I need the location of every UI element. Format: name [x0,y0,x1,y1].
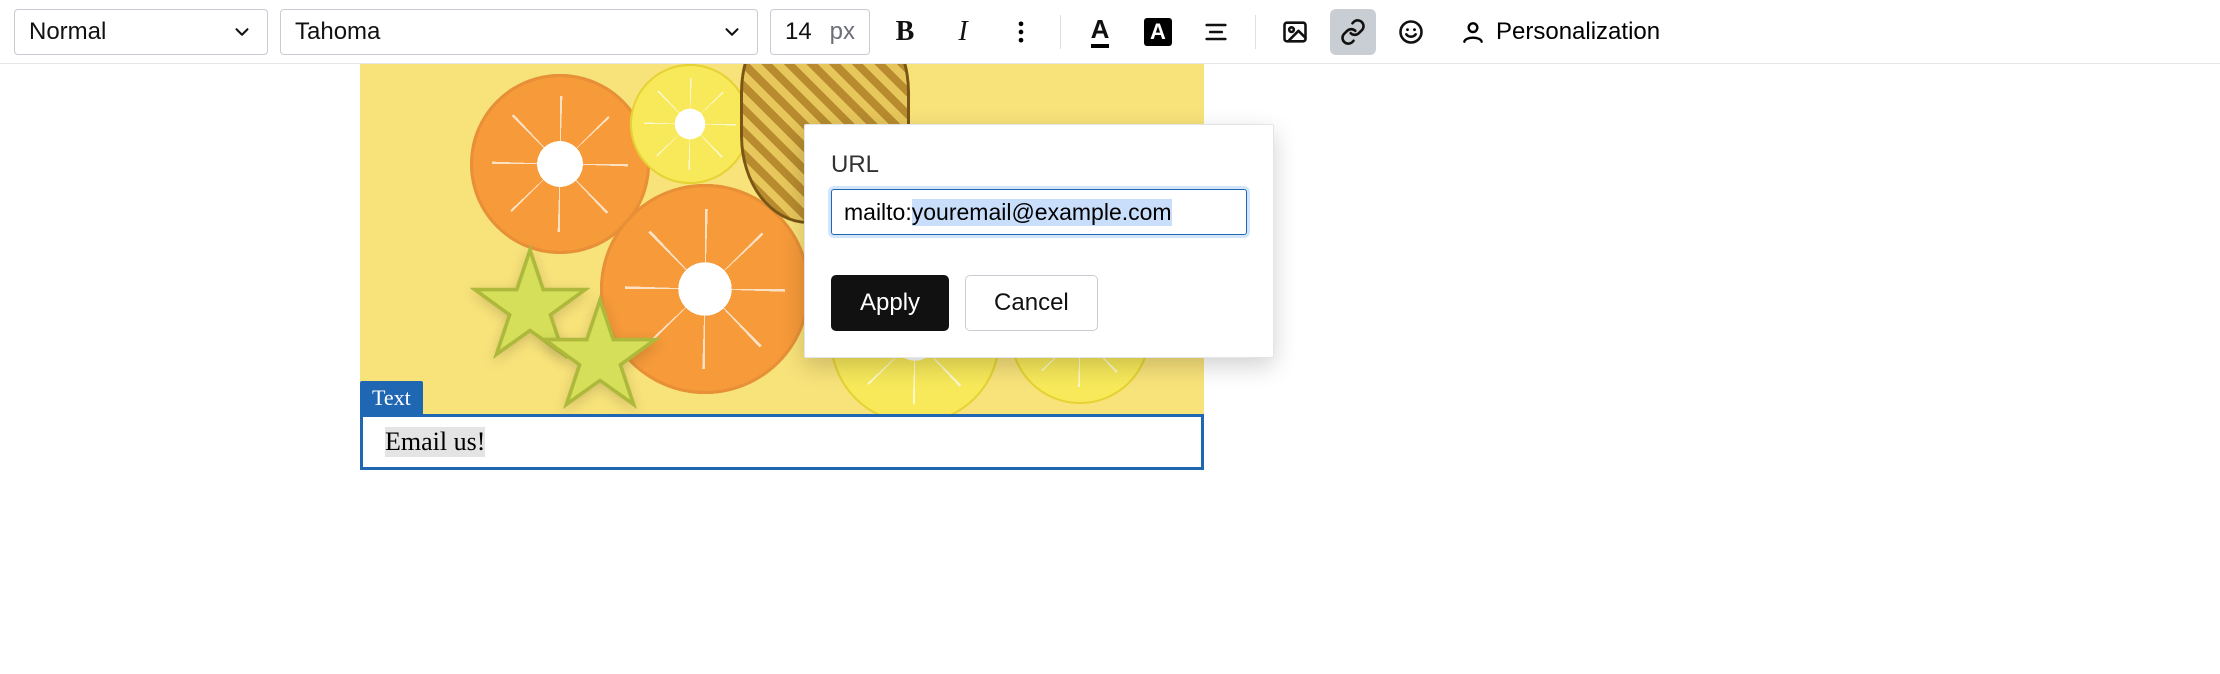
paragraph-style-dropdown[interactable]: Normal [14,9,268,55]
font-family-dropdown[interactable]: Tahoma [280,9,758,55]
kebab-icon [1007,18,1035,46]
formatting-toolbar: Normal Tahoma 14 px B I A A [0,0,2220,64]
text-color-button[interactable]: A [1077,9,1123,55]
chevron-down-icon [231,21,253,43]
bold-button[interactable]: B [882,9,928,55]
chevron-down-icon [721,21,743,43]
bold-icon: B [896,16,915,48]
align-button[interactable] [1193,9,1239,55]
popover-actions: Apply Cancel [831,275,1247,331]
url-input[interactable]: mailto:youremail@example.com [831,189,1247,235]
personalization-label: Personalization [1496,18,1660,46]
user-icon [1460,19,1486,45]
italic-button[interactable]: I [940,9,986,55]
image-button[interactable] [1272,9,1318,55]
smile-icon [1397,18,1425,46]
italic-icon: I [958,16,967,48]
emoji-button[interactable] [1388,9,1434,55]
highlight-color-button[interactable]: A [1135,9,1181,55]
align-center-icon [1202,18,1230,46]
font-size-input[interactable]: 14 px [770,9,870,55]
text-block-content[interactable]: Email us! [385,427,485,457]
link-icon [1339,18,1367,46]
image-icon [1281,18,1309,46]
font-size-value: 14 [785,18,812,46]
more-formatting-button[interactable] [998,9,1044,55]
cancel-button[interactable]: Cancel [965,275,1098,331]
link-button[interactable] [1330,9,1376,55]
highlight-color-icon: A [1144,18,1172,46]
url-label: URL [831,151,1247,179]
apply-button[interactable]: Apply [831,275,949,331]
text-color-icon: A [1091,16,1110,48]
font-size-unit: px [830,18,855,46]
editor-canvas: Text Email us! URL mailto:youremail@exam… [0,64,2220,674]
separator [1255,15,1256,49]
text-block[interactable]: Text Email us! [360,414,1204,470]
paragraph-style-value: Normal [29,18,106,46]
personalization-button[interactable]: Personalization [1446,9,1674,55]
url-prefix-text: mailto: [844,199,912,226]
link-popover: URL mailto:youremail@example.com Apply C… [804,124,1274,358]
separator [1060,15,1061,49]
font-family-value: Tahoma [295,18,380,46]
block-type-badge: Text [360,381,423,415]
url-selected-text: youremail@example.com [912,199,1172,226]
